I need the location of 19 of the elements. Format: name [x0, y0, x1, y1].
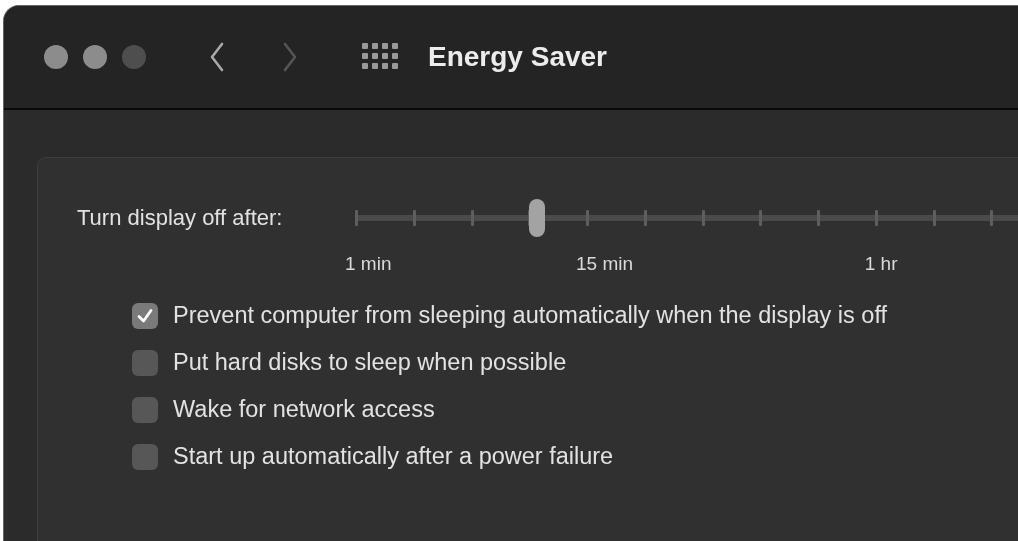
grid-icon[interactable]	[362, 43, 398, 71]
checkbox[interactable]	[132, 396, 158, 423]
minimize-button[interactable]	[83, 45, 107, 69]
back-icon[interactable]	[208, 42, 226, 72]
checkbox-label: Put hard disks to sleep when possible	[173, 349, 567, 376]
checkbox[interactable]	[132, 349, 158, 376]
window-title: Energy Saver	[428, 41, 607, 73]
slider-track[interactable]	[355, 199, 1018, 237]
tick-label: 1 hr	[864, 253, 898, 275]
checkbox[interactable]	[132, 443, 158, 470]
close-button[interactable]	[44, 45, 68, 69]
slider-thumb[interactable]	[529, 199, 546, 237]
checkbox-label: Prevent computer from sleeping automatically when the display is off	[173, 302, 888, 329]
tick-label: 15 min	[576, 253, 634, 275]
slider-label: Turn display off after:	[77, 204, 284, 231]
tick-label: 1 min	[345, 253, 392, 275]
checkbox-label: Wake for network access	[173, 396, 435, 423]
checkbox[interactable]	[132, 302, 158, 329]
checkbox-label: Start up automatically after a power failure	[173, 443, 614, 470]
